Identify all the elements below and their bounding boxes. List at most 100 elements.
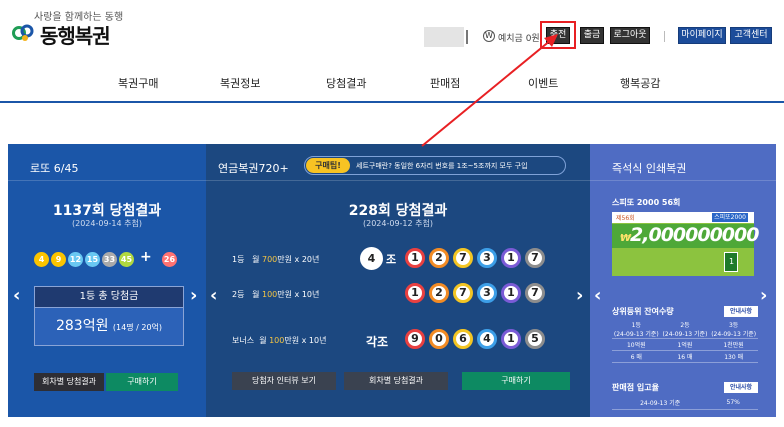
jo-label: 조	[386, 253, 397, 266]
pension-round: 228회 당첨결과	[348, 203, 448, 219]
ship-date: 24-09-13 기준	[612, 397, 709, 410]
instant-title[interactable]: 즉석식 인쇄복권	[612, 160, 686, 176]
pension-results-button[interactable]: 회차별 당첨결과	[344, 372, 448, 390]
lotto-buy-button[interactable]: 구매하기	[106, 373, 178, 391]
lotto-ball: 4	[34, 252, 49, 267]
pension-rank1: 1등 월 700만원 x 20년	[232, 254, 319, 265]
digit-ball: 0	[429, 329, 449, 349]
col-head: 3등 (24-09-13 기준)	[709, 320, 758, 339]
digit-ball: 7	[525, 283, 545, 303]
rank-label: 2등	[232, 290, 245, 299]
rank-amount: 100	[262, 290, 278, 299]
jo-number: 4	[360, 247, 383, 270]
remain-help-button[interactable]: 안내사항	[724, 306, 758, 317]
ship-title: 판매점 입고율	[612, 383, 659, 392]
gakjo-label: 각조	[366, 335, 389, 349]
pension-buy-button[interactable]: 구매하기	[462, 372, 570, 390]
prize-cell: 1억원	[660, 338, 710, 351]
digit-ball: 5	[525, 329, 545, 349]
divider	[590, 180, 776, 181]
ticket-amount-value: 2,000000000	[630, 224, 759, 246]
ticket-amount: ₩2,000000000	[620, 224, 759, 246]
logo-icon[interactable]	[12, 22, 34, 44]
lotto-ball: 12	[68, 252, 83, 267]
digit-ball: 1	[405, 283, 425, 303]
rank-amount: 100	[269, 336, 285, 345]
bonus-plus: +	[140, 249, 152, 265]
pension-next-chevron-icon[interactable]: ›	[576, 287, 583, 305]
rank-prefix: 월	[252, 255, 262, 264]
nav-buy[interactable]: 복권구매	[118, 75, 158, 91]
count-cell: 16 매	[660, 350, 710, 363]
buy-tip-tag: 구매팁!	[306, 158, 350, 173]
digit-ball: 2	[429, 283, 449, 303]
pension-panel: 연금복권720+ 구매팁! 세트구매란? 동일한 6자리 번호를 1조~5조까지…	[206, 144, 590, 417]
lotto-next-chevron-icon[interactable]: ›	[190, 287, 197, 305]
instant-product-name[interactable]: 스피또 2000 56회	[612, 197, 680, 208]
lotto-panel: 로또 6/45 1137회 당첨결과 (2024-09-14 추첨) 4 9 1…	[8, 144, 206, 417]
lotto-bonus-ball: 26	[162, 252, 177, 267]
rank-prefix: 월	[259, 336, 270, 345]
rank-prefix: 월	[252, 290, 262, 299]
scratch-ticket-image[interactable]: 제56회 스피또2000 ₩2,000000000 1	[612, 212, 759, 276]
logout-button[interactable]: 로그아웃	[610, 27, 650, 44]
rank-label: 1등	[232, 255, 245, 264]
page: 사랑을 함께하는 동행 동행복권 W 예치금 0원 충전 출금 로그아웃 마이페…	[0, 0, 784, 427]
digit-ball: 6	[453, 329, 473, 349]
lotto-results-button[interactable]: 회차별 당첨결과	[34, 373, 104, 391]
withdraw-button[interactable]: 출금	[580, 27, 604, 44]
mypage-button[interactable]: 마이페이지	[678, 27, 726, 44]
digit-ball: 7	[453, 248, 473, 268]
count-cell: 6 매	[612, 350, 661, 363]
buy-tip-text: 세트구매란? 동일한 6자리 번호를 1조~5조까지 모두 구입	[356, 162, 528, 170]
pension-prev-chevron-icon[interactable]: ‹	[210, 287, 217, 305]
logo-title[interactable]: 동행복권	[40, 20, 111, 49]
remain-title: 상위등위 잔여수량	[612, 307, 674, 316]
lotto-ball: 15	[85, 252, 100, 267]
digit-ball: 2	[429, 248, 449, 268]
ticket-won-sign: ₩	[620, 233, 631, 244]
user-name-divider	[466, 30, 468, 44]
deposit-balance: 예치금 0원	[498, 34, 540, 44]
lotto-prev-chevron-icon[interactable]: ‹	[13, 287, 20, 305]
digit-ball: 7	[525, 248, 545, 268]
lotto-round: 1137회 당첨결과	[52, 203, 162, 219]
instant-panel: 즉석식 인쇄복권 스피또 2000 56회 제56회 스피또2000 ₩2,00…	[590, 144, 776, 417]
lotto-amount-detail: (14명 / 20억)	[112, 323, 163, 332]
pension-interview-button[interactable]: 당첨자 인터뷰 보기	[232, 372, 336, 390]
digit-ball: 9	[405, 329, 425, 349]
ticket-brand: 스피또2000	[712, 213, 748, 222]
nav-info[interactable]: 복권정보	[220, 75, 260, 91]
ship-help-button[interactable]: 안내사항	[724, 382, 758, 393]
ship-rate: 57%	[708, 397, 758, 410]
header-divider	[664, 31, 665, 42]
ship-table: 24-09-13 기준 57%	[612, 397, 758, 410]
rank-amount: 700	[262, 255, 278, 264]
divider	[206, 180, 590, 181]
prize-cell: 10억원	[612, 338, 661, 351]
nav-results[interactable]: 당첨결과	[326, 75, 366, 91]
lotto-ball: 45	[119, 252, 134, 267]
support-button[interactable]: 고객센터	[730, 27, 772, 44]
col-head: 1등 (24-09-13 기준)	[612, 320, 661, 339]
main-navigation: 복권구매 복권정보 당첨결과 판매점 이벤트 행복공감	[0, 61, 784, 103]
lotto-ball: 33	[102, 252, 117, 267]
nav-stores[interactable]: 판매점	[430, 75, 460, 91]
lotto-title[interactable]: 로또 6/45	[30, 160, 78, 176]
charge-highlight-box	[540, 21, 576, 49]
digit-ball: 1	[405, 248, 425, 268]
instant-prev-chevron-icon[interactable]: ‹	[594, 287, 601, 305]
nav-happiness[interactable]: 행복공감	[620, 75, 660, 91]
nav-events[interactable]: 이벤트	[528, 75, 558, 91]
rank-suffix: 만원 x 20년	[277, 255, 320, 264]
ticket-round: 제56회	[616, 215, 635, 222]
count-cell: 130 매	[709, 350, 758, 363]
digit-ball: 1	[501, 283, 521, 303]
ticket-box: 1	[724, 252, 738, 272]
prize-cell: 1천만원	[709, 338, 758, 351]
pension-rank2: 2등 월 100만원 x 10년	[232, 289, 319, 300]
pension-title[interactable]: 연금복권720+	[218, 160, 289, 176]
instant-next-chevron-icon[interactable]: ›	[760, 287, 767, 305]
digit-ball: 3	[477, 248, 497, 268]
rank-suffix: 만원 x 10년	[284, 336, 327, 345]
